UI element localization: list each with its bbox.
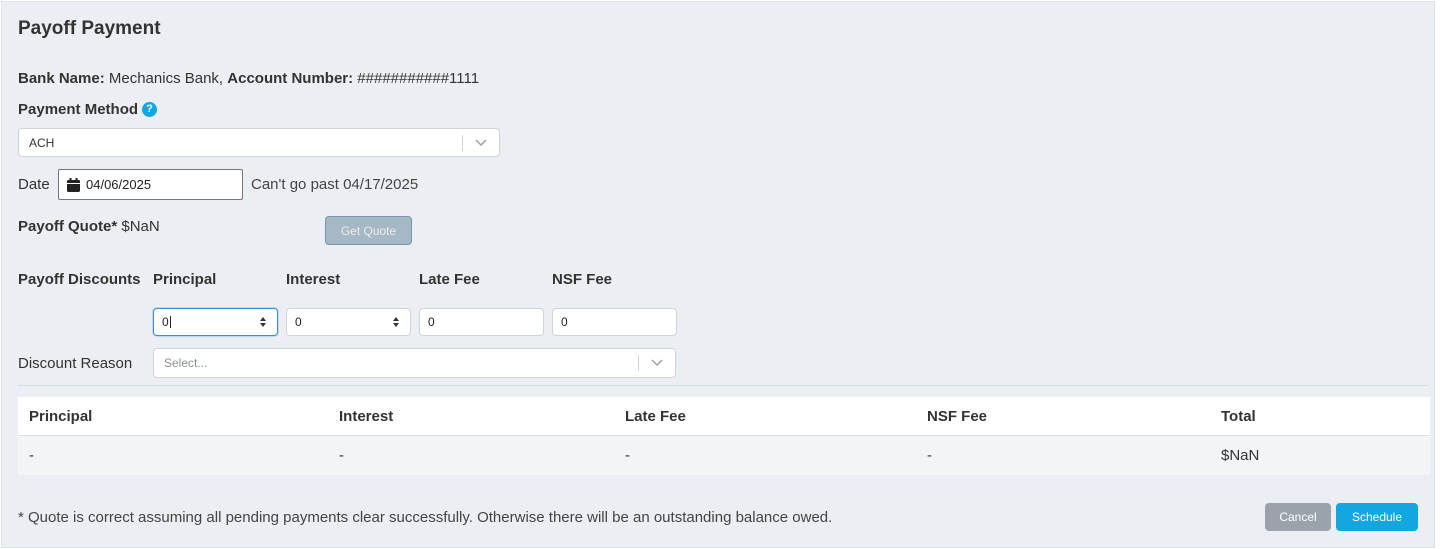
column-header-principal: Principal <box>29 408 93 425</box>
bank-name-label: Bank Name: <box>18 70 105 87</box>
section-divider <box>18 385 1428 386</box>
payoff-quote-label: Payoff Quote* <box>18 218 118 235</box>
bank-name-value: Mechanics Bank, <box>108 70 224 87</box>
discount-late-fee-input[interactable]: 0 <box>419 308 544 336</box>
payment-method-label: Payment Method <box>18 101 139 118</box>
question-circle-icon[interactable]: ? <box>142 102 158 117</box>
chevron-down-icon[interactable] <box>463 138 499 147</box>
cell-interest: - <box>339 447 344 464</box>
get-quote-button[interactable]: Get Quote <box>325 216 412 245</box>
cell-principal: - <box>29 447 34 464</box>
payoff-quote: Payoff Quote* $NaN <box>18 218 160 235</box>
cancel-button[interactable]: Cancel <box>1265 503 1331 531</box>
payoff-discounts-label: Payoff Discounts <box>18 271 141 288</box>
schedule-button[interactable]: Schedule <box>1336 503 1418 531</box>
text-cursor <box>169 316 171 328</box>
column-header-interest: Interest <box>339 408 394 425</box>
discount-reason-select[interactable]: Select... <box>153 348 676 378</box>
table-row: - - - - $NaN <box>18 436 1430 475</box>
payment-method-value: ACH <box>29 135 55 150</box>
cell-late-fee: - <box>625 447 630 464</box>
discount-nsf-fee-header: NSF Fee <box>552 271 613 288</box>
discount-interest-header: Interest <box>286 271 341 288</box>
discount-reason-placeholder: Select... <box>164 356 208 370</box>
bank-info: Bank Name: Mechanics Bank, Account Numbe… <box>18 70 479 87</box>
discount-principal-header: Principal <box>153 271 217 288</box>
column-header-late-fee: Late Fee <box>625 408 686 425</box>
discount-principal-value: 0 <box>162 315 169 329</box>
account-number-label: Account Number: <box>227 70 354 87</box>
payment-method-select[interactable]: ACH <box>18 128 500 157</box>
quote-disclaimer: * Quote is correct assuming all pending … <box>18 509 833 526</box>
stepper-arrows-icon[interactable] <box>392 316 400 328</box>
page-title: Payoff Payment <box>18 18 161 39</box>
stepper-arrows-icon[interactable] <box>259 316 267 328</box>
summary-table: Principal Interest Late Fee NSF Fee Tota… <box>18 397 1430 475</box>
payoff-payment-panel: Payoff Payment Bank Name: Mechanics Bank… <box>1 1 1435 548</box>
cell-total: $NaN <box>1221 447 1260 464</box>
discount-nsf-fee-input[interactable]: 0 <box>552 308 677 336</box>
date-label: Date <box>18 176 50 193</box>
account-number-value: ###########1111 <box>357 70 480 87</box>
discount-interest-input[interactable]: 0 <box>286 308 411 336</box>
date-input[interactable]: 04/06/2025 <box>58 169 243 200</box>
payoff-quote-value: $NaN <box>121 218 160 235</box>
discount-interest-value: 0 <box>295 315 302 329</box>
payment-method-label-row: Payment Method ? <box>18 101 158 118</box>
column-header-total: Total <box>1221 408 1256 425</box>
discount-late-fee-value: 0 <box>428 315 435 329</box>
table-header-row: Principal Interest Late Fee NSF Fee Tota… <box>18 397 1430 436</box>
column-header-nsf-fee: NSF Fee <box>927 408 988 425</box>
calendar-icon <box>67 177 80 192</box>
discount-nsf-fee-value: 0 <box>561 315 568 329</box>
date-limit-note: Can't go past 04/17/2025 <box>251 176 419 193</box>
chevron-down-icon[interactable] <box>639 359 675 367</box>
date-value: 04/06/2025 <box>86 177 152 192</box>
discount-reason-label: Discount Reason <box>18 355 133 372</box>
discount-late-fee-header: Late Fee <box>419 271 480 288</box>
cell-nsf-fee: - <box>927 447 932 464</box>
discount-principal-input[interactable]: 0 <box>153 308 278 336</box>
